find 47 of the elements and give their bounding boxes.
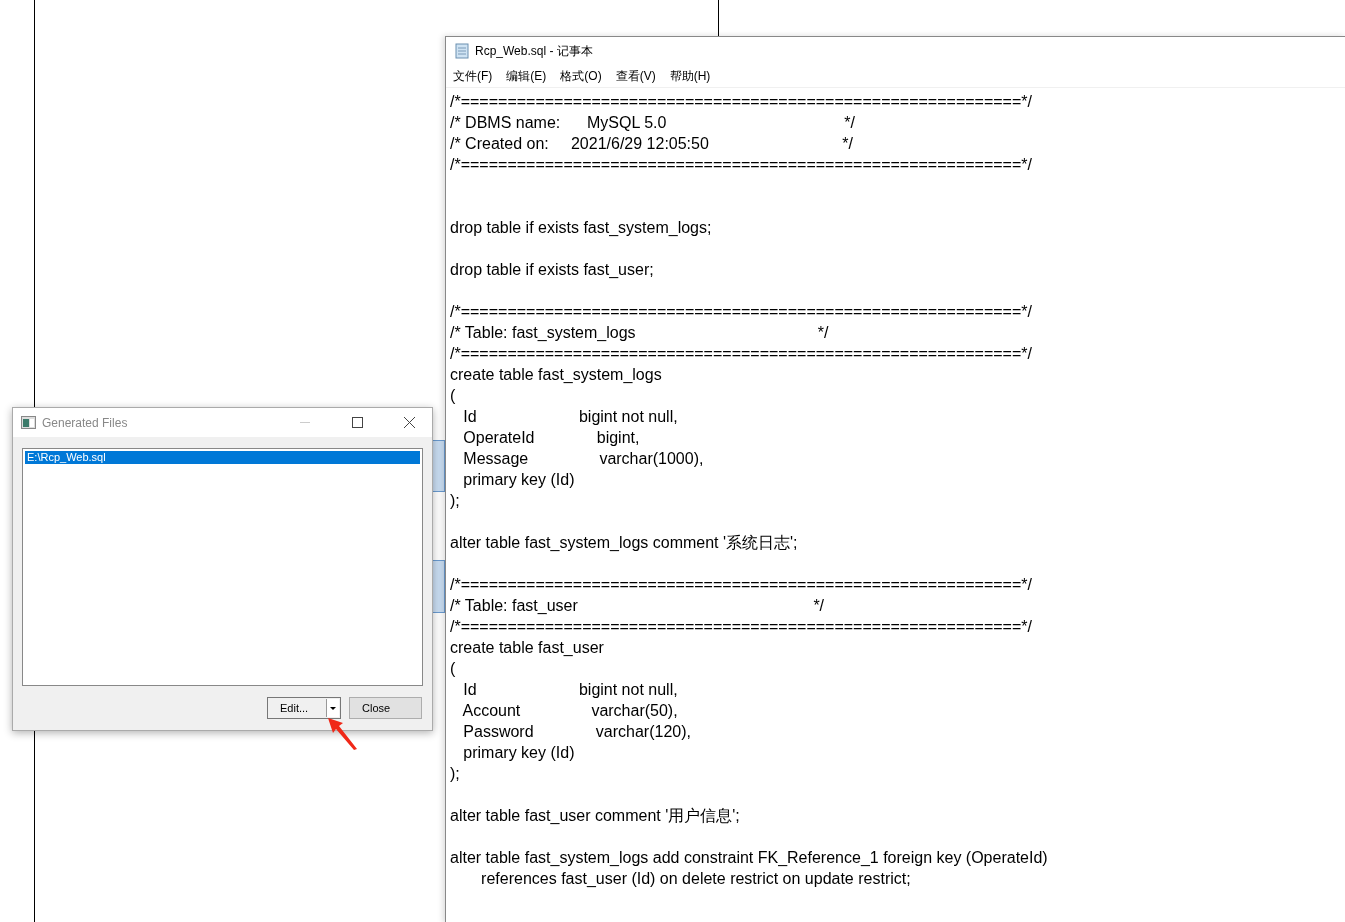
code-line: drop table if exists fast_user; [450,260,655,280]
close-dialog-button[interactable]: Close [349,697,422,719]
minimize-icon [300,421,310,424]
menu-item[interactable]: 编辑(E) [506,67,547,85]
menu-item[interactable]: 文件(F) [453,67,493,85]
code-line: primary key (Id) [462,743,576,763]
maximize-icon [351,417,363,428]
code-line: /* DBMS name: MySQL 5.0 */ [450,113,856,133]
code-line: Message varchar(1000), [462,449,705,469]
file-list-item[interactable]: E:\Rcp_Web.sql [25,451,420,464]
code-line: ( [450,659,457,679]
code-line: /*============================================================*/ [450,155,1033,175]
code-line: alter table fast_system_logs comment '系统日志'; [450,533,799,553]
pointer-arrow-annotation [326,717,358,751]
code-line: create table fast_user [450,638,605,658]
menu-item[interactable]: 格式(O) [560,67,602,85]
window-title: Generated Files [42,415,129,430]
code-line: /* Table: fast_system_logs */ [450,323,830,343]
code-line: ( [450,386,457,406]
window-icon [21,416,36,429]
code-line: Id bigint not null, [462,407,679,427]
menu-item[interactable]: 帮助(H) [669,67,711,85]
code-line: /*============================================================*/ [450,344,1033,364]
menu-item[interactable]: 查看(V) [615,67,656,85]
edit-split-button[interactable]: Edit... [267,697,341,719]
code-line: /*============================================================*/ [450,92,1033,112]
code-line: drop table if exists fast_system_logs; [450,218,713,238]
code-line: create table fast_system_logs [450,365,663,385]
code-line: alter table fast_system_logs add constraint FK_Reference_1 foreign key (OperateId) [450,848,1049,868]
code-line: Password varchar(120), [462,722,692,742]
code-line: ); [450,764,461,784]
code-line: /* Table: fast_user */ [450,596,826,616]
code-line: Id bigint not null, [462,680,679,700]
close-icon [403,417,415,428]
code-line: /*============================================================*/ [450,575,1033,595]
code-line: /*============================================================*/ [450,617,1033,637]
code-line: alter table fast_user comment '用户信息'; [450,806,741,826]
window-title: Rcp_Web.sql - 记事本 [475,42,593,60]
code-line: primary key (Id) [462,470,576,490]
code-line: /* Created on: 2021/6/29 12:05:50 */ [450,134,854,154]
caret-icon[interactable] [326,699,339,717]
code-line: Account varchar(50), [461,701,679,721]
code-line: OperateId bigint, [462,428,641,448]
code-line: references fast_user (Id) on delete restrict on update restrict; [480,869,912,889]
notepad-icon [455,43,469,59]
code-line: ); [450,491,461,511]
code-line: /*============================================================*/ [450,302,1033,322]
